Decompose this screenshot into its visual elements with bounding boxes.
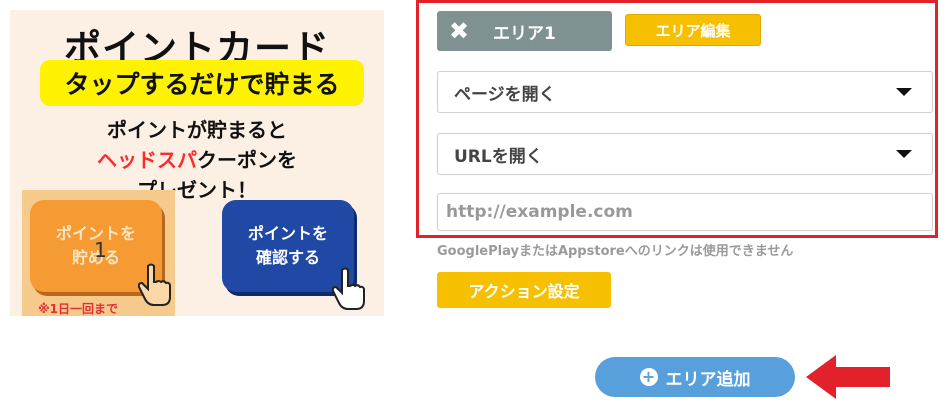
point-card-image: ポイントカード タップするだけで貯まる ポイントが貯まると ヘッドスパクーポンを…: [10, 10, 384, 316]
card-line-1: ポイントが貯まると: [107, 118, 287, 142]
hand-pointer-icon: [332, 267, 365, 310]
area-tab[interactable]: ✖ エリア1: [437, 11, 612, 51]
add-area-label: エリア追加: [665, 369, 751, 390]
close-icon[interactable]: ✖: [437, 11, 481, 51]
caret-down-icon: [896, 88, 912, 96]
check-tile-text-1: ポイントを: [247, 224, 328, 243]
plus-circle-icon: +: [639, 368, 658, 386]
action-type-select[interactable]: ページを開く: [437, 71, 933, 113]
link-restriction-hint: GooglePlayまたはAppstoreへのリンクは使用できません: [437, 244, 794, 259]
action-type-value: ページを開く: [454, 84, 556, 105]
card-banner: タップするだけで貯まる: [40, 60, 364, 106]
check-tile-text-2: 確認する: [255, 248, 320, 267]
url-input[interactable]: [437, 193, 933, 231]
edit-area-button[interactable]: エリア編集: [625, 14, 761, 46]
card-note: ※1日一回まで: [38, 302, 119, 316]
card-line-2-highlight: ヘッドスパ: [97, 148, 197, 172]
card-line-2-rest: クーポンを: [197, 148, 297, 172]
link-type-value: URLを開く: [454, 146, 543, 167]
caret-down-icon: [896, 150, 912, 158]
collect-tile-number: 1: [94, 238, 107, 262]
action-settings-button[interactable]: アクション設定: [437, 272, 611, 308]
card-line-2: ヘッドスパクーポンを: [10, 144, 384, 173]
add-area-button[interactable]: + エリア追加: [595, 357, 795, 397]
arrow-left-icon: [806, 355, 890, 399]
hand-pointer-icon: [138, 263, 171, 306]
area-tab-label: エリア1: [493, 23, 556, 44]
link-type-select[interactable]: URLを開く: [437, 133, 933, 175]
